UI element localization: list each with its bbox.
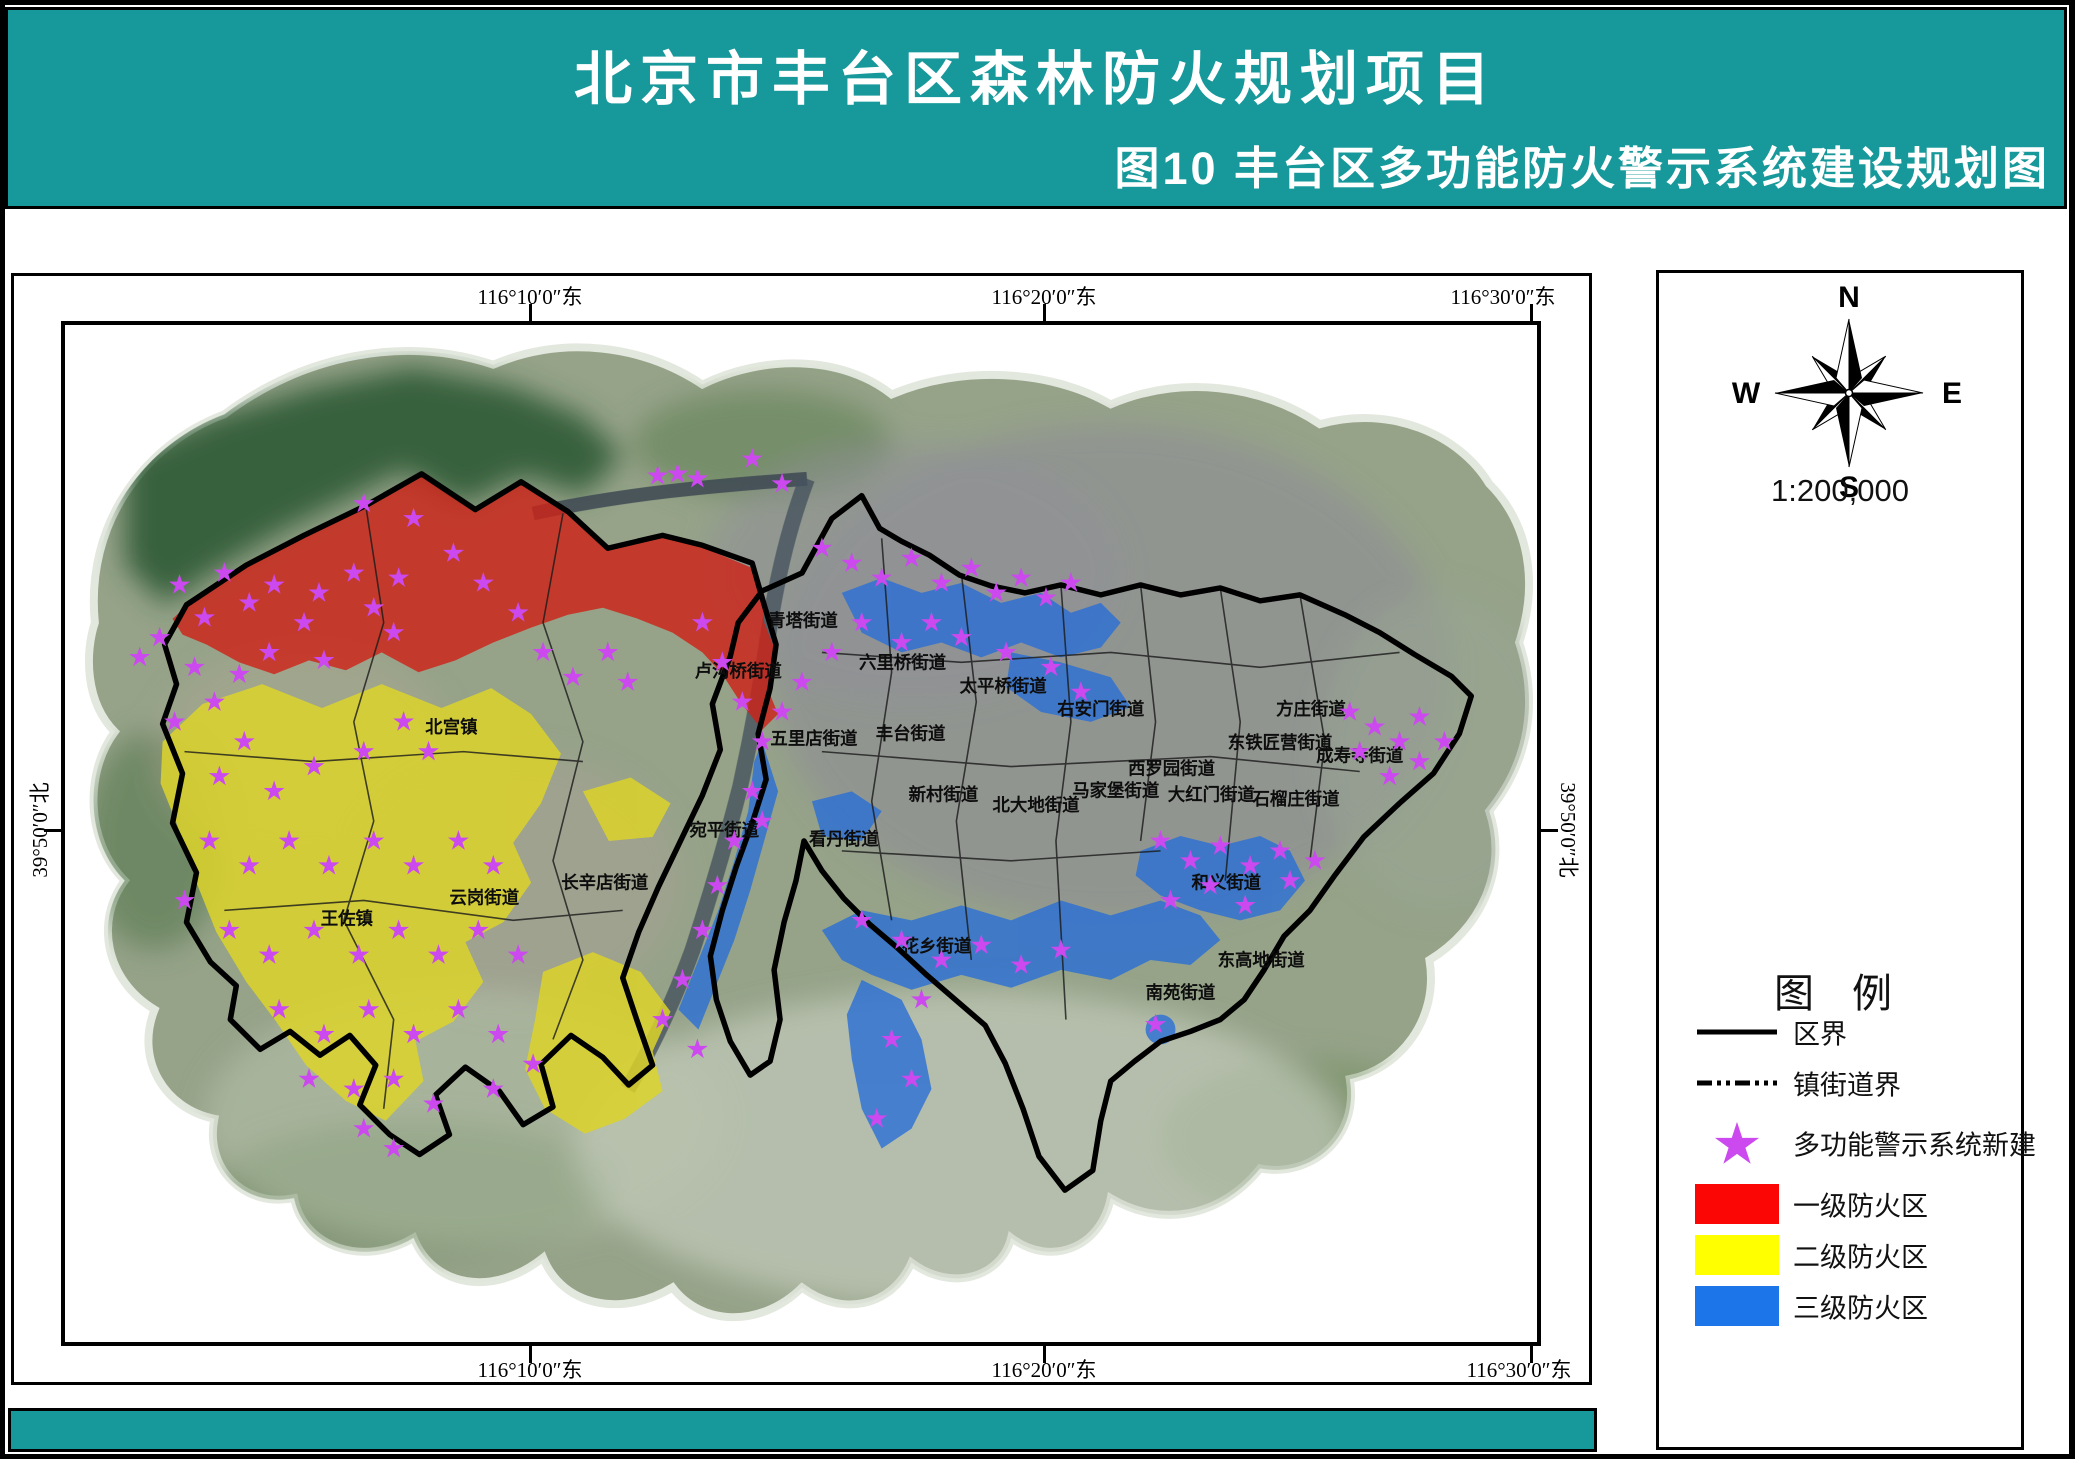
side-panel: N S W E 1:200,000 图 例 区界 镇街道界 多功能警示系统新建 … [1656, 270, 2024, 1450]
town-label: 长辛店街道 [561, 873, 649, 893]
legend-label: 多功能警示系统新建 [1793, 1124, 2036, 1163]
satellite-map: 北宫镇 青塔街道卢沟桥街道 六里桥街道太平桥街道右安门街道五里店街道丰台街道新村街道… [65, 325, 1537, 1342]
coord-label-bottom-3: 116°30′0″东 [1467, 1354, 1572, 1384]
legend-item-fire-zone-2: 二级防火区 [1659, 1232, 2021, 1278]
town-label: 看丹街道 [808, 829, 879, 849]
town-label: 五里店街道 [770, 729, 858, 749]
town-label: 王佐镇 [321, 908, 373, 928]
town-label: 方庄街道 [1276, 699, 1346, 719]
compass-center [1846, 390, 1853, 397]
header-banner: 北京市丰台区森林防火规划项目 图10 丰台区多功能防火警示系统建设规划图 [5, 7, 2067, 209]
solid-line-symbol [1695, 1009, 1779, 1055]
compass-rose: N S W E [1689, 283, 2009, 503]
compass-n-label: N [1838, 283, 1860, 314]
coord-label-top-3: 116°30′0″东 [1451, 281, 1556, 311]
town-label: 北大地街道 [993, 795, 1081, 815]
page-border-right [2069, 0, 2075, 1459]
legend-item-fire-zone-3: 三级防火区 [1659, 1283, 2021, 1329]
town-label: 新村街道 [909, 784, 979, 804]
town-label: 卢沟桥街道 [695, 661, 783, 681]
star-icon [1695, 1120, 1779, 1166]
legend-label: 区界 [1793, 1013, 1847, 1052]
yellow-swatch [1695, 1235, 1779, 1275]
town-label: 北宫镇 [425, 717, 477, 737]
legend-label: 镇街道界 [1793, 1064, 1901, 1103]
legend-item-warning-system: 多功能警示系统新建 [1659, 1120, 2021, 1166]
tick-right [1539, 829, 1558, 832]
map-frame: 116°10′0″东 116°20′0″东 116°30′0″东 116°10′… [11, 273, 1592, 1385]
tick-bottom-2 [1043, 1344, 1046, 1363]
compass-w-label: W [1732, 377, 1761, 410]
town-label: 大红门街道 [1168, 784, 1256, 804]
red-swatch [1695, 1184, 1779, 1224]
legend-label: 三级防火区 [1793, 1287, 1928, 1326]
legend-label: 一级防火区 [1793, 1185, 1928, 1224]
map-sheet: 北京市丰台区森林防火规划项目 图10 丰台区多功能防火警示系统建设规划图 116… [0, 0, 2075, 1459]
page-subtitle: 图10 丰台区多功能防火警示系统建设规划图 [8, 132, 2064, 197]
town-label: 东高地街道 [1218, 950, 1306, 970]
legend-item-district-boundary: 区界 [1659, 1009, 2021, 1055]
legend-item-town-boundary: 镇街道界 [1659, 1060, 2021, 1106]
page-title: 北京市丰台区森林防火规划项目 [8, 32, 2064, 116]
legend-item-fire-zone-1: 一级防火区 [1659, 1181, 2021, 1227]
town-label: 青塔街道 [768, 611, 838, 631]
town-label: 花乡街道 [902, 936, 972, 956]
town-label: 云岗街道 [449, 887, 519, 907]
page-border-top [0, 0, 2075, 5]
coord-label-right: 39°50′0″北 [1554, 782, 1584, 877]
map-canvas-frame: 北宫镇 青塔街道卢沟桥街道 六里桥街道太平桥街道右安门街道五里店街道丰台街道新村街道… [61, 321, 1541, 1346]
tick-bottom-3 [1530, 1344, 1533, 1363]
town-label: 丰台街道 [876, 724, 946, 744]
town-label: 马家堡街道 [1072, 780, 1160, 800]
town-label: 右安门街道 [1057, 699, 1145, 719]
town-label: 石榴庄街道 [1251, 789, 1340, 809]
town-label: 西罗园街道 [1128, 758, 1216, 778]
bottom-banner [8, 1408, 1597, 1452]
dash-dot-line-symbol [1695, 1060, 1779, 1106]
map-scale: 1:200,000 [1659, 473, 2021, 509]
page-border-left [0, 0, 5, 1459]
page-border-bottom [0, 1454, 2075, 1459]
town-label: 六里桥街道 [859, 652, 947, 672]
town-label: 南苑街道 [1146, 983, 1216, 1003]
legend-label: 二级防火区 [1793, 1236, 1928, 1275]
town-label: 太平桥街道 [960, 676, 1048, 696]
tick-bottom-1 [529, 1344, 532, 1363]
blue-swatch [1695, 1286, 1779, 1326]
compass-e-label: E [1942, 377, 1962, 410]
town-label: 宛平街道 [688, 820, 759, 840]
